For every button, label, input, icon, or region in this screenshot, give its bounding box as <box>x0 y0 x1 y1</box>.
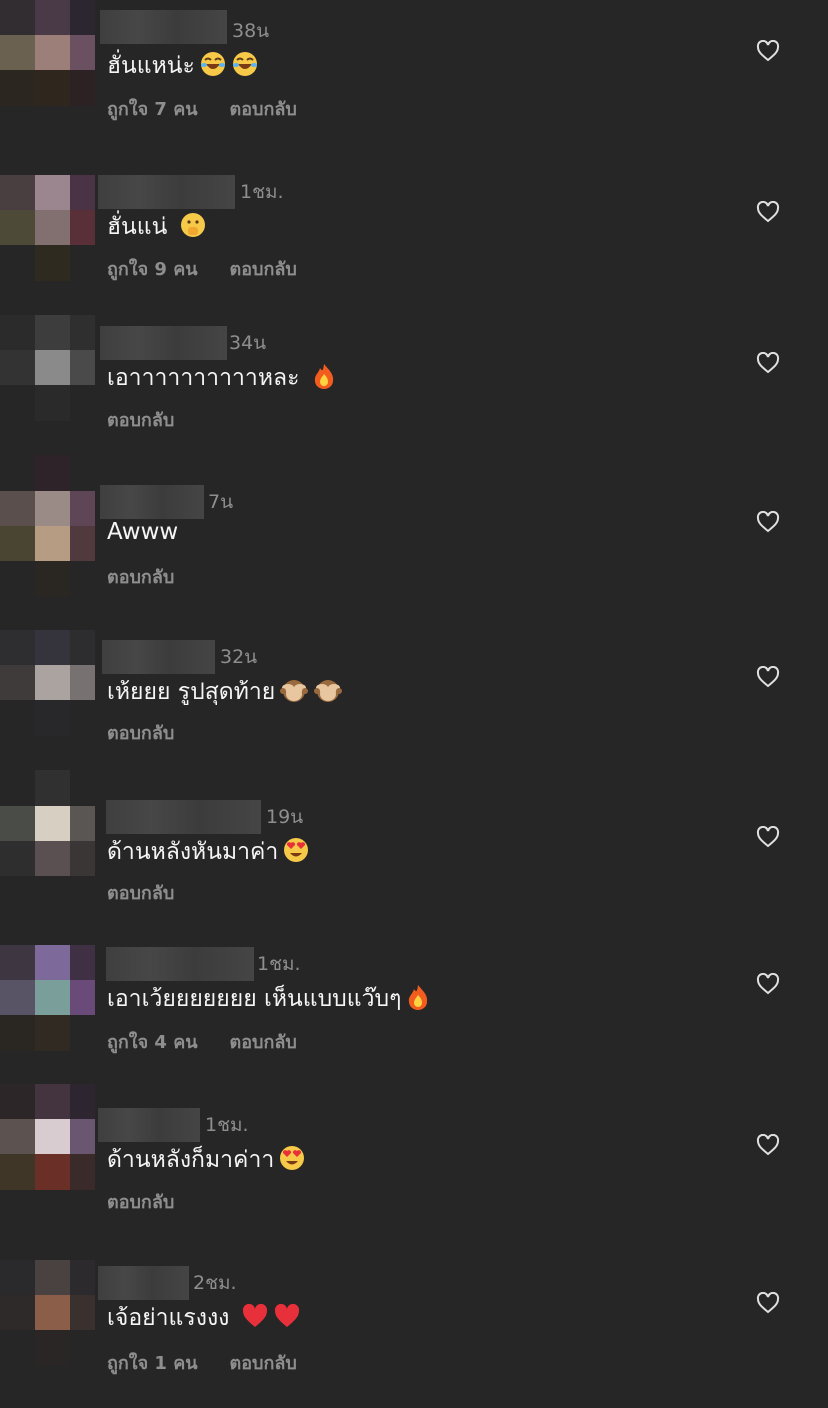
like-heart-icon[interactable] <box>756 1292 780 1314</box>
like-heart-icon[interactable] <box>756 666 780 688</box>
comment-time: 32น <box>220 646 258 668</box>
avatar[interactable] <box>0 945 95 1051</box>
reply-link[interactable]: ตอบกลับ <box>107 410 174 431</box>
likes-count-link[interactable]: ถูกใจ 7 คน <box>107 99 198 120</box>
comment-text: ด้านหลังก็มาค่าา <box>107 1142 306 1178</box>
username-blurred[interactable] <box>100 485 204 519</box>
username-blurred[interactable] <box>102 640 215 674</box>
likes-count-link[interactable]: ถูกใจ 9 คน <box>107 259 198 280</box>
likes-count-link[interactable]: ถูกใจ 1 คน <box>107 1353 198 1374</box>
comment-time: 2ชม. <box>193 1272 237 1294</box>
like-heart-icon[interactable] <box>756 201 780 223</box>
comment-time: 34น <box>229 332 267 354</box>
comment-meta: ตอบกลับ <box>107 878 206 907</box>
reply-link[interactable]: ตอบกลับ <box>230 1353 297 1374</box>
reply-link[interactable]: ตอบกลับ <box>107 883 174 904</box>
fire-emoji-icon <box>311 362 337 396</box>
comment-text-label: เอาาาาาาาาาาหละ <box>107 365 300 391</box>
like-heart-icon[interactable] <box>756 1134 780 1156</box>
like-heart-icon[interactable] <box>756 511 780 533</box>
comment-text-label: Awww <box>107 519 179 545</box>
avatar[interactable] <box>0 770 95 912</box>
see-no-evil-monkey-emoji-icon <box>313 676 343 710</box>
comment-time: 1ชม. <box>240 181 284 203</box>
see-no-evil-monkey-emoji-icon <box>279 676 309 710</box>
fire-emoji-icon <box>405 983 431 1017</box>
red-heart-emoji-icon <box>273 1303 301 1335</box>
like-heart-icon[interactable] <box>756 826 780 848</box>
heart-eyes-emoji-icon <box>278 1144 306 1178</box>
comment-meta: ตอบกลับ <box>107 718 206 747</box>
username-blurred[interactable] <box>100 326 227 360</box>
like-heart-icon[interactable] <box>756 973 780 995</box>
comment-text: เอาาาาาาาาาาหละ <box>107 360 337 396</box>
comment-text-label: ฮั่นแหน่ะ <box>107 53 195 79</box>
comment-text-label: ด้านหลังหันมาค่า <box>107 839 279 865</box>
heart-eyes-emoji-icon <box>282 836 310 870</box>
username-blurred[interactable] <box>106 947 254 981</box>
likes-count-link[interactable]: ถูกใจ 4 คน <box>107 1032 198 1053</box>
comment-text: เอาเว้ยยยยยยย เห็นแบบแว๊บๆ <box>107 981 431 1017</box>
comment-text-label: เจ้อย่าแรงงง <box>107 1305 230 1331</box>
like-heart-icon[interactable] <box>756 40 780 62</box>
avatar[interactable] <box>0 175 95 281</box>
comment-time: 38น <box>232 20 270 42</box>
reply-link[interactable]: ตอบกลับ <box>230 1032 297 1053</box>
avatar[interactable] <box>0 315 95 421</box>
username-blurred[interactable] <box>98 1108 200 1142</box>
laugh-emoji-icon <box>231 50 259 84</box>
comment-text: Awww <box>107 519 178 545</box>
username-blurred[interactable] <box>100 10 227 44</box>
avatar[interactable] <box>0 0 95 106</box>
like-heart-icon[interactable] <box>756 352 780 374</box>
username-blurred[interactable] <box>98 175 235 209</box>
shushing-face-emoji-icon <box>179 211 207 245</box>
reply-link[interactable]: ตอบกลับ <box>107 723 174 744</box>
reply-link[interactable]: ตอบกลับ <box>230 99 297 120</box>
comment-text: เจ้อย่าแรงงง <box>107 1300 301 1336</box>
username-blurred[interactable] <box>106 800 261 834</box>
comment-text-label: ด้านหลังก็มาค่าา <box>107 1147 275 1173</box>
comment-meta: ตอบกลับ <box>107 562 206 591</box>
laugh-emoji-icon <box>199 50 227 84</box>
comment-text: ด้านหลังหันมาค่า <box>107 834 310 870</box>
username-blurred[interactable] <box>98 1266 189 1300</box>
reply-link[interactable]: ตอบกลับ <box>107 567 174 588</box>
reply-link[interactable]: ตอบกลับ <box>107 1192 174 1213</box>
comment-text: ฮั่นแน่ <box>107 209 207 245</box>
red-heart-emoji-icon <box>241 1303 269 1335</box>
comment-time: 7น <box>208 491 234 513</box>
comment-time: 19น <box>266 806 304 828</box>
comment-meta: ถูกใจ 7 คน ตอบกลับ <box>107 94 329 123</box>
comment-meta: ถูกใจ 4 คน ตอบกลับ <box>107 1027 329 1056</box>
avatar[interactable] <box>0 1084 95 1190</box>
avatar[interactable] <box>0 1260 95 1366</box>
comment-text: ฮั่นแหน่ะ <box>107 48 259 84</box>
comment-text: เห้ยยย รูปสุดท้าย <box>107 674 343 710</box>
comment-text-label: เอาเว้ยยยยยยย เห็นแบบแว๊บๆ <box>107 986 402 1012</box>
comment-meta: ถูกใจ 1 คน ตอบกลับ <box>107 1348 329 1377</box>
avatar[interactable] <box>0 630 95 736</box>
comment-meta: ตอบกลับ <box>107 1187 206 1216</box>
comment-time: 1ชม. <box>205 1114 249 1136</box>
comment-meta: ถูกใจ 9 คน ตอบกลับ <box>107 254 329 283</box>
comment-text-label: เห้ยยย รูปสุดท้าย <box>107 679 276 705</box>
avatar[interactable] <box>0 455 95 597</box>
comment-time: 1ชม. <box>257 953 301 975</box>
comment-text-label: ฮั่นแน่ <box>107 214 168 240</box>
reply-link[interactable]: ตอบกลับ <box>230 259 297 280</box>
comment-meta: ตอบกลับ <box>107 405 206 434</box>
